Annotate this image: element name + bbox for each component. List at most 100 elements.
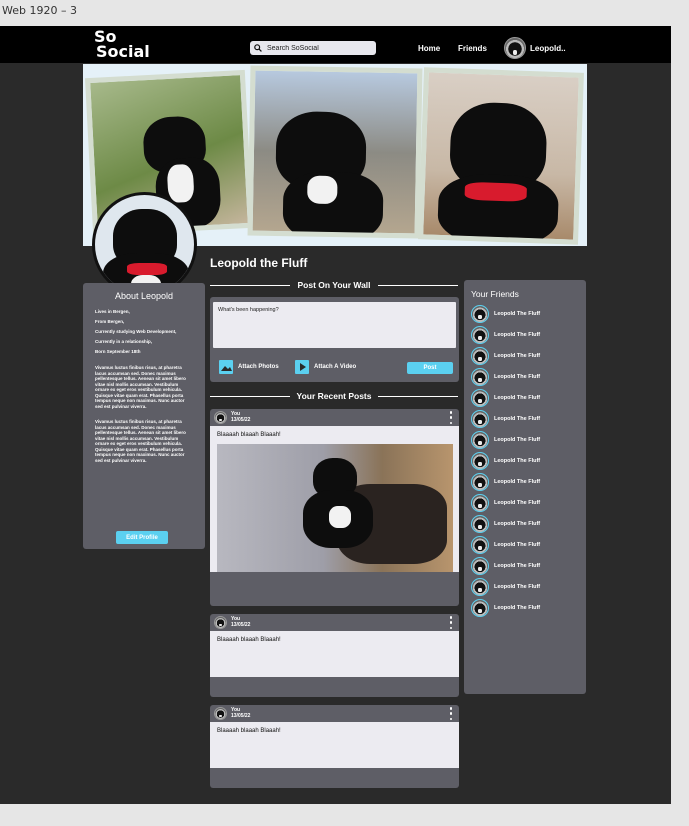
more-options-icon[interactable] <box>449 616 453 629</box>
friend-name: Leopold The Fluff <box>494 415 541 422</box>
feed-post: You 13/05/22 Blaaaah blaaah Blaaah! <box>210 409 459 606</box>
friend-list-item[interactable]: Leopold The Fluff <box>471 429 579 450</box>
friend-avatar <box>471 514 489 533</box>
more-options-icon[interactable] <box>449 707 453 720</box>
search-icon <box>254 44 262 52</box>
friend-list-item[interactable]: Leopold The Fluff <box>471 555 579 576</box>
page-canvas: So Social Home Friends Leopold.. <box>0 26 671 804</box>
friend-list-item[interactable]: Leopold The Fluff <box>471 450 579 471</box>
about-fact: From Bergen, <box>95 319 125 324</box>
about-fact: Currently studying Web Development, <box>95 329 177 334</box>
video-icon <box>295 360 309 374</box>
sosocial-logo[interactable]: So Social <box>92 29 150 61</box>
friend-name: Leopold The Fluff <box>494 562 541 569</box>
about-fact: Lives in Bergen, <box>95 309 130 314</box>
friend-name: Leopold The Fluff <box>494 478 541 485</box>
friend-avatar <box>471 409 489 428</box>
friend-name: Leopold The Fluff <box>494 310 541 317</box>
friend-name: Leopold The Fluff <box>494 583 541 590</box>
friend-avatar <box>471 304 489 323</box>
post-button[interactable]: Post <box>407 362 453 374</box>
feed-post: You 13/05/22 Blaaaah blaaah Blaaah! <box>210 705 459 788</box>
friend-name: Leopold The Fluff <box>494 520 541 527</box>
top-nav-bar: So Social Home Friends Leopold.. <box>0 26 671 63</box>
cover-photo-bowtie <box>418 67 584 245</box>
about-paragraph: Vivamus luctus finibus risus, at pharetr… <box>95 365 186 409</box>
friend-list: Leopold The Fluff Leopold The Fluff Leopol… <box>471 303 579 618</box>
friend-avatar <box>471 493 489 512</box>
recent-posts-heading: Your Recent Posts <box>210 391 459 401</box>
friend-name: Leopold The Fluff <box>494 394 541 401</box>
friend-avatar <box>471 535 489 554</box>
image-icon <box>219 360 233 374</box>
nav-user-menu[interactable]: Leopold.. <box>504 37 566 59</box>
feed-post: You 13/05/22 Blaaaah blaaah Blaaah! <box>210 614 459 697</box>
friend-name: Leopold The Fluff <box>494 373 541 380</box>
wall-title: Post On Your Wall <box>297 280 371 290</box>
search-input[interactable] <box>267 44 367 52</box>
nav-friends-link[interactable]: Friends <box>458 44 487 53</box>
friend-avatar <box>471 577 489 596</box>
friend-name: Leopold The Fluff <box>494 541 541 548</box>
post-author-avatar[interactable] <box>214 616 227 629</box>
attach-video-label: Attach A Video <box>314 364 357 370</box>
attach-photos-button[interactable]: Attach Photos <box>218 359 279 375</box>
post-text: Blaaaah blaaah Blaaah! <box>217 637 281 643</box>
friend-name: Leopold The Fluff <box>494 457 541 464</box>
friend-list-item[interactable]: Leopold The Fluff <box>471 534 579 555</box>
post-date: 13/05/22 <box>231 417 251 423</box>
attach-photos-label: Attach Photos <box>238 364 279 370</box>
friend-avatar <box>471 367 489 386</box>
post-author-avatar[interactable] <box>214 707 227 720</box>
logo-line-2: Social <box>96 42 150 61</box>
friend-name: Leopold The Fluff <box>494 331 541 338</box>
friend-name: Leopold The Fluff <box>494 352 541 359</box>
friend-avatar <box>471 472 489 491</box>
friend-avatar <box>471 598 489 617</box>
nav-home-link[interactable]: Home <box>418 44 440 53</box>
friend-name: Leopold The Fluff <box>494 604 541 611</box>
about-fact: Currently in a relationship, <box>95 339 153 344</box>
attach-video-button[interactable]: Attach A Video <box>294 359 356 375</box>
profile-name: Leopold the Fluff <box>210 256 308 270</box>
friend-avatar <box>471 430 489 449</box>
friend-list-item[interactable]: Leopold The Fluff <box>471 492 579 513</box>
friend-avatar <box>471 325 489 344</box>
friend-list-item[interactable]: Leopold The Fluff <box>471 513 579 534</box>
post-text: Blaaaah blaaah Blaaah! <box>217 728 281 734</box>
post-author-avatar[interactable] <box>214 411 227 424</box>
post-date: 13/05/22 <box>231 713 251 719</box>
friend-list-item[interactable]: Leopold The Fluff <box>471 471 579 492</box>
frame-label: Web 1920 – 3 <box>2 4 77 17</box>
about-title: About Leopold <box>114 291 174 301</box>
post-photo[interactable] <box>217 444 453 572</box>
post-text-input[interactable] <box>213 302 456 348</box>
friend-name: Leopold The Fluff <box>494 499 541 506</box>
more-options-icon[interactable] <box>449 411 453 424</box>
friend-avatar <box>471 346 489 365</box>
friend-avatar <box>471 556 489 575</box>
friend-list-item[interactable]: Leopold The Fluff <box>471 303 579 324</box>
friend-list-item[interactable]: Leopold The Fluff <box>471 387 579 408</box>
friend-list-item[interactable]: Leopold The Fluff <box>471 408 579 429</box>
cover-photo-mountains <box>247 65 423 239</box>
nav-user-name: Leopold.. <box>530 43 566 53</box>
user-avatar <box>504 37 526 59</box>
wall-section-heading: Post On Your Wall <box>210 280 459 290</box>
friend-avatar <box>471 388 489 407</box>
post-date: 13/05/22 <box>231 622 251 628</box>
friends-title: Your Friends <box>471 289 519 299</box>
about-fact: Born September 18th <box>95 349 141 354</box>
friend-list-item[interactable]: Leopold The Fluff <box>471 597 579 618</box>
edit-profile-button[interactable]: Edit Profile <box>116 531 168 544</box>
friend-list-item[interactable]: Leopold The Fluff <box>471 576 579 597</box>
friend-list-item[interactable]: Leopold The Fluff <box>471 324 579 345</box>
friend-list-item[interactable]: Leopold The Fluff <box>471 366 579 387</box>
friend-name: Leopold The Fluff <box>494 436 541 443</box>
profile-picture[interactable] <box>92 192 197 297</box>
friend-list-item[interactable]: Leopold The Fluff <box>471 345 579 366</box>
search-bar[interactable] <box>250 41 376 55</box>
recent-posts-title: Your Recent Posts <box>296 391 372 401</box>
friend-avatar <box>471 451 489 470</box>
about-paragraph: Vivamus luctus finibus risus, at pharetr… <box>95 419 186 463</box>
